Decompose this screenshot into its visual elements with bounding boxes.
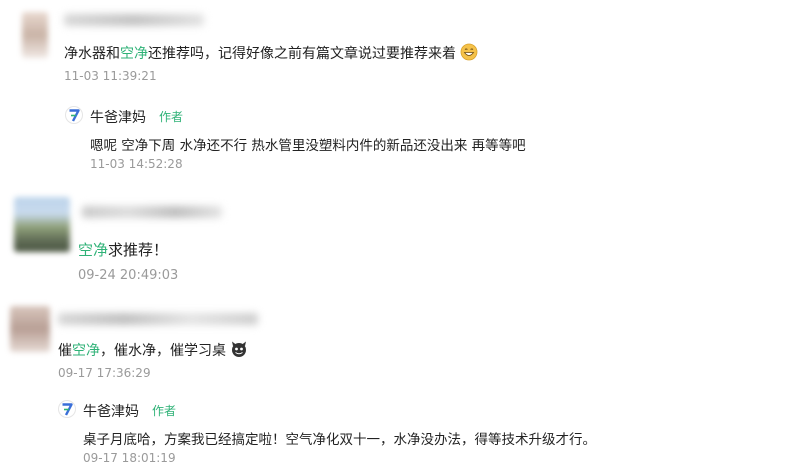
username-blurred[interactable]	[58, 313, 258, 325]
highlight-link[interactable]: 空净	[78, 241, 108, 259]
comment-text-part: 催	[58, 343, 72, 359]
comment-text: 催空净，催水净，催学习桌	[58, 340, 248, 360]
timestamp: 11-03 11:39:21	[64, 69, 157, 83]
comment-text-part: 还推荐吗，记得好像之前有篇文章说过要推荐来着	[148, 46, 456, 62]
timestamp: 09-24 20:49:03	[78, 268, 179, 283]
timestamp: 09-17 18:01:19	[83, 451, 176, 465]
highlight-link[interactable]: 空净	[120, 46, 148, 62]
comment-text: 空净求推荐！	[78, 239, 168, 260]
devil-face-emoji	[232, 341, 247, 357]
reply-text: 嗯呢 空净下周 水净还不行 热水管里没塑料内件的新品还没出来 再等等吧	[90, 138, 526, 154]
comment-text: 净水器和空净还推荐吗，记得好像之前有篇文章说过要推荐来着	[64, 43, 478, 63]
author-badge: 作者	[159, 110, 184, 124]
author-badge: 作者	[152, 404, 177, 418]
username-blurred[interactable]	[82, 206, 222, 218]
author-avatar-icon	[58, 400, 76, 418]
timestamp: 11-03 14:52:28	[90, 157, 183, 171]
comment-text-part: ，催水净，催学习桌	[100, 343, 226, 359]
comment-text-part: 求推荐！	[108, 241, 169, 259]
grinning-face-emoji	[461, 43, 478, 61]
avatar[interactable]	[10, 306, 50, 352]
comment-text-part: 净水器和	[64, 46, 120, 62]
author-name[interactable]: 牛爸津妈	[90, 107, 146, 127]
author-name[interactable]: 牛爸津妈	[83, 401, 139, 421]
avatar[interactable]	[14, 197, 70, 252]
author-avatar-icon	[65, 106, 83, 124]
highlight-link[interactable]: 空净	[72, 343, 100, 359]
timestamp: 09-17 17:36:29	[58, 366, 151, 380]
reply-text: 桌子月底哈，方案我已经搞定啦！空气净化双十一，水净没办法，得等技术升级才行。	[83, 432, 596, 448]
username-blurred[interactable]	[64, 14, 204, 26]
avatar[interactable]	[22, 12, 48, 58]
